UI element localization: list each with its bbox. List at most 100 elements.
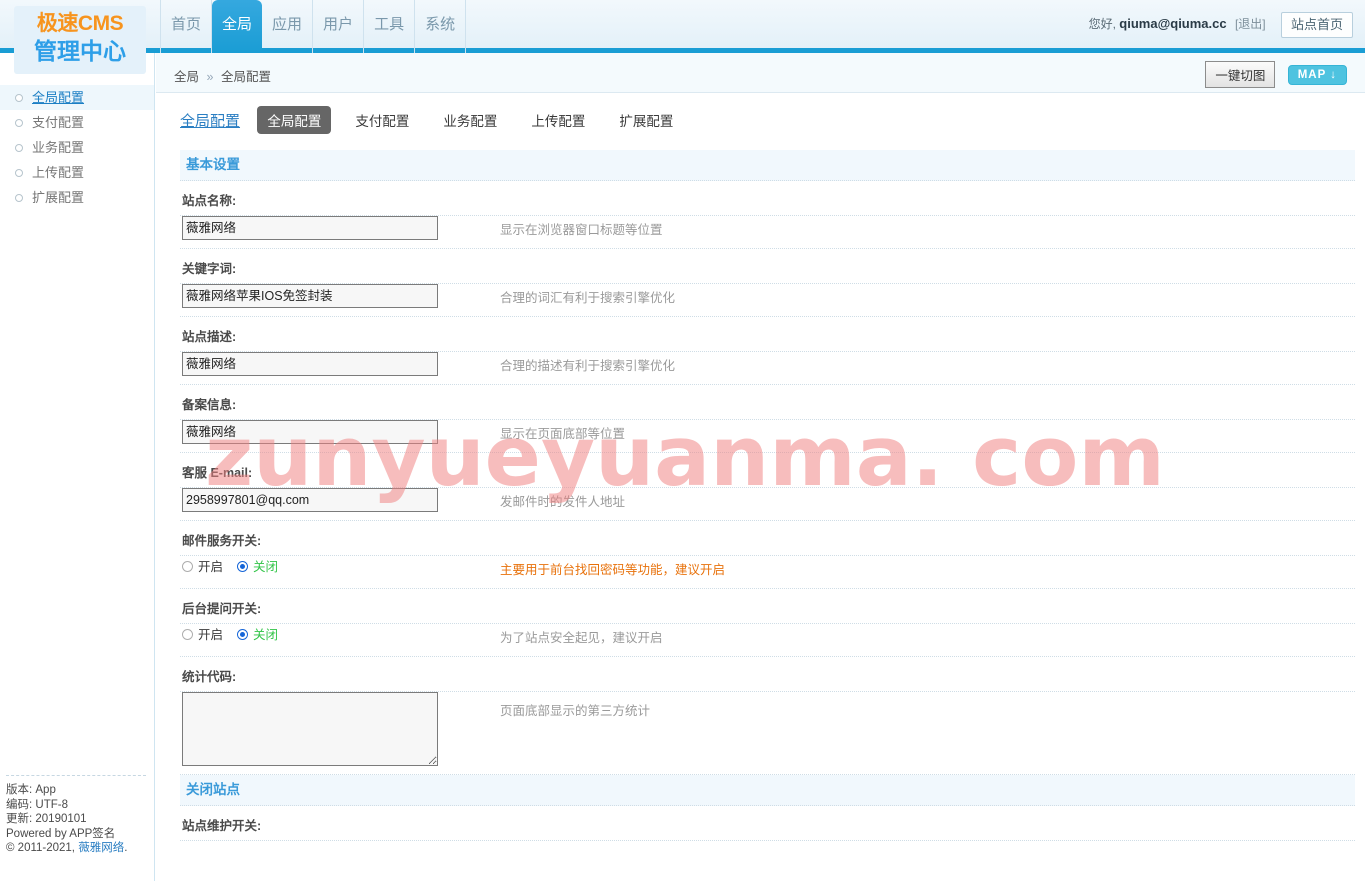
nav-item-5[interactable]: 系统: [415, 0, 467, 53]
field-control: 显示在页面底部等位置: [180, 420, 1355, 452]
map-download-button[interactable]: MAP ↓: [1287, 64, 1347, 85]
top-header: 首页 全局 应用 用户 工具 系统 您好, qiuma@qiuma.cc [退出] 站点首…: [0, 0, 1365, 53]
radio-dot-icon[interactable]: [237, 629, 249, 640]
radio-group: 开启 关闭: [182, 556, 292, 575]
field-hint: 合理的描述有利于搜索引擎优化: [500, 359, 676, 373]
field-hint: 主要用于前台找回密码等功能，建议开启: [500, 563, 726, 577]
form-row: 合理的描述有利于搜索引擎优化: [180, 352, 1355, 385]
nav-item-2[interactable]: 应用: [262, 0, 314, 53]
radio-dot-icon[interactable]: [237, 561, 249, 572]
form-row: 站点描述:: [180, 317, 1355, 352]
tab-3[interactable]: 上传配置: [521, 106, 595, 134]
field-hint: 页面底部显示的第三方统计: [500, 704, 651, 718]
site-home-button[interactable]: 站点首页: [1280, 11, 1353, 38]
field-label: 统计代码:: [182, 670, 237, 684]
tab-0[interactable]: 全局配置: [257, 106, 332, 134]
form-row: 邮件服务开关:: [180, 521, 1355, 556]
field-control: 页面底部显示的第三方统计: [180, 692, 1355, 774]
text-input[interactable]: [182, 216, 438, 240]
copyright-suffix: .: [124, 842, 128, 855]
radio-option-off[interactable]: 关闭: [237, 556, 278, 575]
radio-option-off[interactable]: 关闭: [237, 624, 278, 643]
bullet-icon: [15, 144, 23, 152]
sidebar-item-label: 全局配置: [32, 90, 85, 105]
bullet-icon: [15, 169, 23, 177]
field-hint: 显示在页面底部等位置: [500, 427, 626, 441]
nav-item-1[interactable]: 全局: [212, 0, 263, 53]
field-control: 显示在浏览器窗口标题等位置: [180, 216, 1355, 248]
text-input[interactable]: [182, 420, 438, 444]
copyright-prefix: © 2011-2021,: [6, 842, 79, 855]
sidebar-footer: 版本: App 编码: UTF-8 更新: 20190101 Powered b…: [6, 775, 146, 856]
bullet-icon: [15, 194, 23, 202]
sidebar-item-label: 业务配置: [32, 140, 85, 155]
form-row: 显示在页面底部等位置: [180, 420, 1355, 453]
logo-line-1: 极速CMS: [36, 12, 124, 35]
form-row: 发邮件时的发件人地址: [180, 488, 1355, 521]
form-row: 关键字词:: [180, 249, 1355, 284]
sidebar-item-2[interactable]: 业务配置: [0, 135, 154, 160]
sidebar-item-1[interactable]: 支付配置: [0, 110, 154, 135]
form-row: 页面底部显示的第三方统计: [180, 692, 1355, 775]
form-row: 站点维护开关:: [180, 806, 1355, 841]
nav-item-3[interactable]: 用户: [313, 0, 365, 53]
breadcrumb-parent[interactable]: 全局: [174, 70, 199, 84]
logo-line-2: 管理中心: [34, 38, 126, 64]
breadcrumb-current: 全局配置: [220, 70, 271, 84]
settings-form: 基本设置站点名称: 显示在浏览器窗口标题等位置关键字词: 合理的词汇有利于搜索引擎优…: [156, 150, 1365, 841]
field-control: 开启 关闭 为了站点安全起见，建议开启: [180, 624, 1355, 656]
field-control: 开启 关闭 主要用于前台找回密码等功能，建议开启: [180, 556, 1355, 588]
radio-label-off: 关闭: [253, 560, 279, 574]
textarea-input[interactable]: [182, 692, 438, 766]
nav-item-0[interactable]: 首页: [160, 0, 213, 53]
field-hint: 显示在浏览器窗口标题等位置: [500, 223, 663, 237]
sidebar-item-label: 扩展配置: [32, 190, 85, 205]
sidebar-item-3[interactable]: 上传配置: [0, 160, 154, 185]
radio-label-on: 开启: [198, 628, 224, 642]
copyright-link[interactable]: 薇雅网络: [78, 842, 124, 854]
page-title: 全局配置: [180, 112, 241, 130]
radio-option-on[interactable]: 开启: [182, 556, 223, 575]
app-logo[interactable]: 极速CMS 管理中心: [14, 6, 146, 74]
logout-link[interactable]: [退出]: [1235, 17, 1266, 31]
text-input[interactable]: [182, 488, 438, 512]
sidebar-item-4[interactable]: 扩展配置: [0, 185, 154, 210]
breadcrumb-bar: 全局 » 全局配置 一键切图 MAP ↓: [156, 53, 1365, 93]
tab-4[interactable]: 扩展配置: [609, 106, 683, 134]
breadcrumb-actions: 一键切图 MAP ↓: [1205, 61, 1347, 88]
field-control: 合理的词汇有利于搜索引擎优化: [180, 284, 1355, 316]
radio-option-on[interactable]: 开启: [182, 624, 223, 643]
sidebar-item-label: 支付配置: [32, 115, 85, 130]
form-row: 开启 关闭 主要用于前台找回密码等功能，建议开启: [180, 556, 1355, 589]
form-row: 备案信息:: [180, 385, 1355, 420]
field-control: 发邮件时的发件人地址: [180, 488, 1355, 520]
sidebar-item-0[interactable]: 全局配置: [0, 85, 154, 110]
form-row: 站点名称:: [180, 181, 1355, 216]
tab-2[interactable]: 业务配置: [433, 106, 507, 134]
username-label: qiuma@qiuma.cc: [1119, 16, 1227, 31]
user-account-area: 您好, qiuma@qiuma.cc [退出] 站点首页: [1089, 0, 1353, 48]
main-navigation: 首页 全局 应用 用户 工具 系统: [160, 0, 467, 53]
one-click-switch-button[interactable]: 一键切图: [1205, 61, 1276, 88]
field-label: 站点名称:: [182, 194, 237, 208]
radio-dot-icon[interactable]: [182, 629, 193, 640]
field-label: 邮件服务开关:: [182, 534, 262, 548]
field-label: 站点描述:: [182, 330, 237, 344]
tab-row: 全局配置 全局配置 支付配置 业务配置 上传配置 扩展配置: [156, 106, 1365, 138]
form-row: 客服 E-mail:: [180, 453, 1355, 488]
radio-dot-icon[interactable]: [182, 561, 193, 572]
form-row: 后台提问开关:: [180, 589, 1355, 624]
footer-version: 版本: App: [6, 784, 56, 796]
radio-group: 开启 关闭: [182, 624, 292, 643]
text-input[interactable]: [182, 284, 438, 308]
nav-item-4[interactable]: 工具: [364, 0, 416, 53]
bullet-icon: [15, 94, 23, 102]
section-header: 基本设置: [180, 150, 1355, 181]
sidebar: 全局配置支付配置业务配置上传配置扩展配置 版本: App 编码: UTF-8 更…: [0, 53, 155, 881]
tab-1[interactable]: 支付配置: [345, 106, 419, 134]
main-content: 全局配置 全局配置支付配置业务配置上传配置扩展配置 基本设置站点名称:显示在浏览…: [156, 94, 1365, 881]
text-input[interactable]: [182, 352, 438, 376]
field-hint: 合理的词汇有利于搜索引擎优化: [500, 291, 676, 305]
form-row: 合理的词汇有利于搜索引擎优化: [180, 284, 1355, 317]
field-hint: 为了站点安全起见，建议开启: [500, 631, 663, 645]
